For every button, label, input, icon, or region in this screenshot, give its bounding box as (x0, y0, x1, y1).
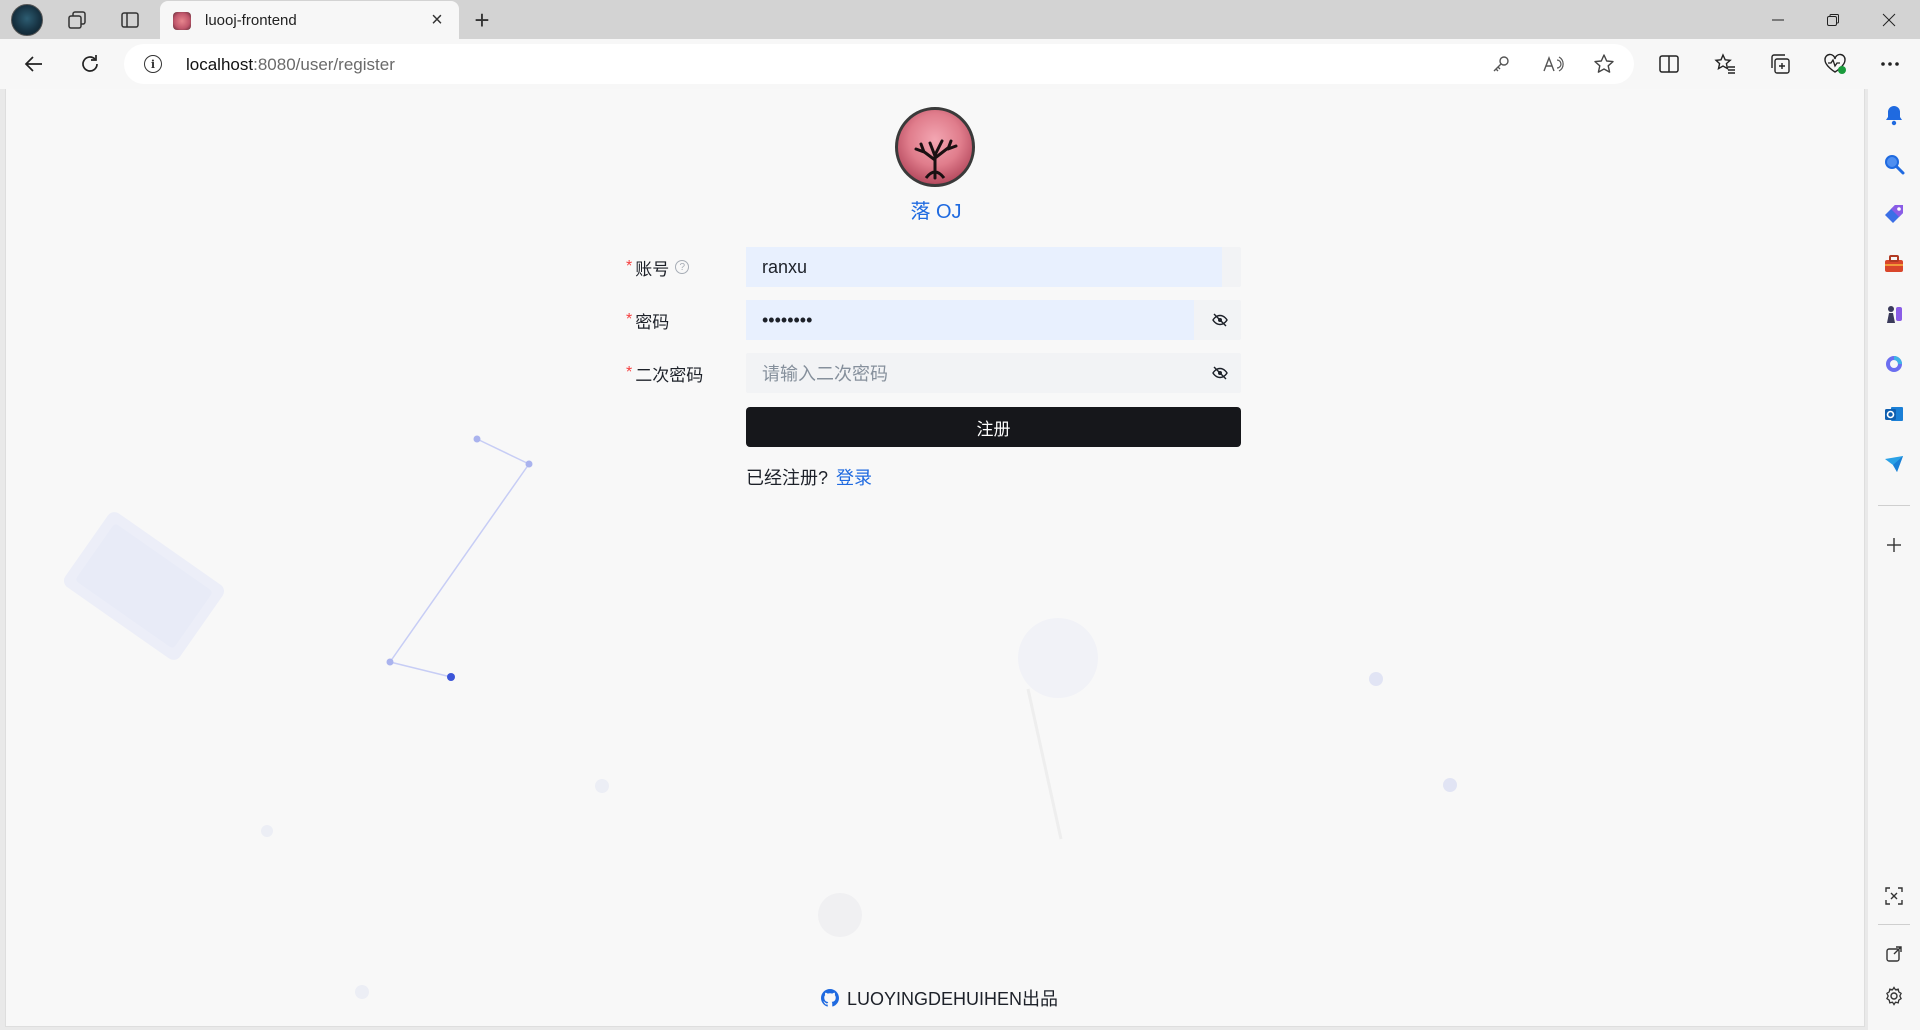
games-icon[interactable] (1881, 301, 1907, 327)
required-mark: * (626, 311, 633, 328)
tab-close-icon[interactable]: × (425, 8, 449, 32)
browser-toolbar: i localhost:8080/user/register (0, 39, 1920, 89)
password-input[interactable]: •••••••• (746, 300, 1241, 340)
confirm-password-placeholder: 请输入二次密码 (762, 364, 888, 384)
account-value: ranxu (762, 256, 808, 277)
read-aloud-icon[interactable] (1542, 53, 1564, 75)
help-icon[interactable]: ? (675, 260, 690, 274)
account-row: * 账号 ? ranxu (626, 247, 1246, 287)
copilot-icon[interactable] (1881, 351, 1907, 377)
tab-title: luooj-frontend (205, 12, 297, 29)
page-viewport: 落 OJ * 账号 ? ranxu * 密码 •••••••• * 二次密码 请… (5, 89, 1865, 1027)
open-external-icon[interactable] (1881, 941, 1907, 967)
active-tab[interactable]: luooj-frontend × (160, 1, 459, 39)
confirm-password-input[interactable]: 请输入二次密码 (746, 353, 1241, 393)
collections-icon[interactable] (1765, 49, 1795, 79)
sidebar-divider (1878, 505, 1910, 506)
restore-icon[interactable] (1808, 0, 1858, 39)
browser-tab-bar: luooj-frontend × + (0, 0, 1920, 39)
tools-icon[interactable] (1881, 251, 1907, 277)
refresh-icon[interactable] (72, 47, 108, 81)
browser-essentials-icon[interactable] (1820, 49, 1850, 79)
autofill-highlight (746, 300, 1194, 340)
eye-hidden-icon[interactable] (1211, 311, 1229, 329)
confirm-password-row: * 二次密码 请输入二次密码 (626, 353, 1246, 393)
site-logo (895, 107, 975, 187)
settings-gear-icon[interactable] (1881, 983, 1907, 1009)
notification-bell-icon[interactable] (1881, 102, 1907, 128)
screenshot-icon[interactable] (1881, 883, 1907, 909)
tab-favicon (173, 12, 191, 30)
confirm-password-label-text: 二次密码 (635, 365, 704, 385)
new-tab-button[interactable]: + (466, 4, 498, 36)
split-screen-icon[interactable] (1654, 49, 1684, 79)
submit-row: 注册 (626, 407, 1246, 447)
workspaces-icon[interactable] (59, 4, 95, 36)
required-mark: * (626, 364, 633, 381)
brand-name: 落 OJ (910, 201, 962, 223)
more-menu-icon[interactable] (1875, 49, 1905, 79)
site-info-icon[interactable]: i (144, 55, 162, 73)
add-icon[interactable] (1881, 532, 1907, 558)
required-mark: * (626, 258, 633, 275)
tab-actions-icon[interactable] (112, 4, 148, 36)
password-label-text: 密码 (635, 312, 670, 332)
shopping-tag-icon[interactable] (1881, 201, 1907, 227)
account-label-text: 账号 (635, 259, 670, 279)
register-button[interactable]: 注册 (746, 407, 1241, 447)
url-text[interactable]: localhost:8080/user/register (186, 55, 395, 75)
close-window-icon[interactable] (1864, 0, 1914, 39)
key-icon[interactable] (1490, 53, 1512, 75)
edge-sidebar (1868, 89, 1920, 1030)
send-icon[interactable] (1881, 451, 1907, 477)
address-bar[interactable]: i localhost:8080/user/register (124, 44, 1634, 84)
page-footer: LUOYINGDEHUIHEN出品 (821, 985, 1058, 1011)
password-row: * 密码 •••••••• (626, 300, 1246, 340)
already-registered-text: 已经注册? (746, 468, 829, 488)
autofill-highlight (746, 247, 1222, 287)
password-value: •••••••• (762, 309, 813, 330)
sidebar-divider (1878, 924, 1910, 925)
account-input[interactable]: ranxu (746, 247, 1241, 287)
confirm-password-label: * 二次密码 (626, 353, 746, 393)
account-label: * 账号 ? (626, 247, 746, 287)
profile-avatar[interactable] (11, 4, 43, 36)
background-decoration (63, 435, 1457, 999)
login-prompt-row: 已经注册? 登录 (626, 464, 1246, 504)
back-icon[interactable] (16, 47, 52, 81)
github-icon[interactable] (821, 989, 839, 1007)
login-link[interactable]: 登录 (836, 468, 872, 488)
favorite-star-icon[interactable] (1593, 53, 1615, 75)
minimize-icon[interactable] (1753, 0, 1803, 39)
favorites-icon[interactable] (1710, 49, 1740, 79)
password-label: * 密码 (626, 300, 746, 340)
search-icon[interactable] (1881, 151, 1907, 177)
eye-hidden-icon[interactable] (1211, 364, 1229, 382)
outlook-icon[interactable] (1881, 401, 1907, 427)
login-prompt: 已经注册? 登录 (746, 464, 872, 490)
footer-text: LUOYINGDEHUIHEN出品 (847, 989, 1059, 1009)
